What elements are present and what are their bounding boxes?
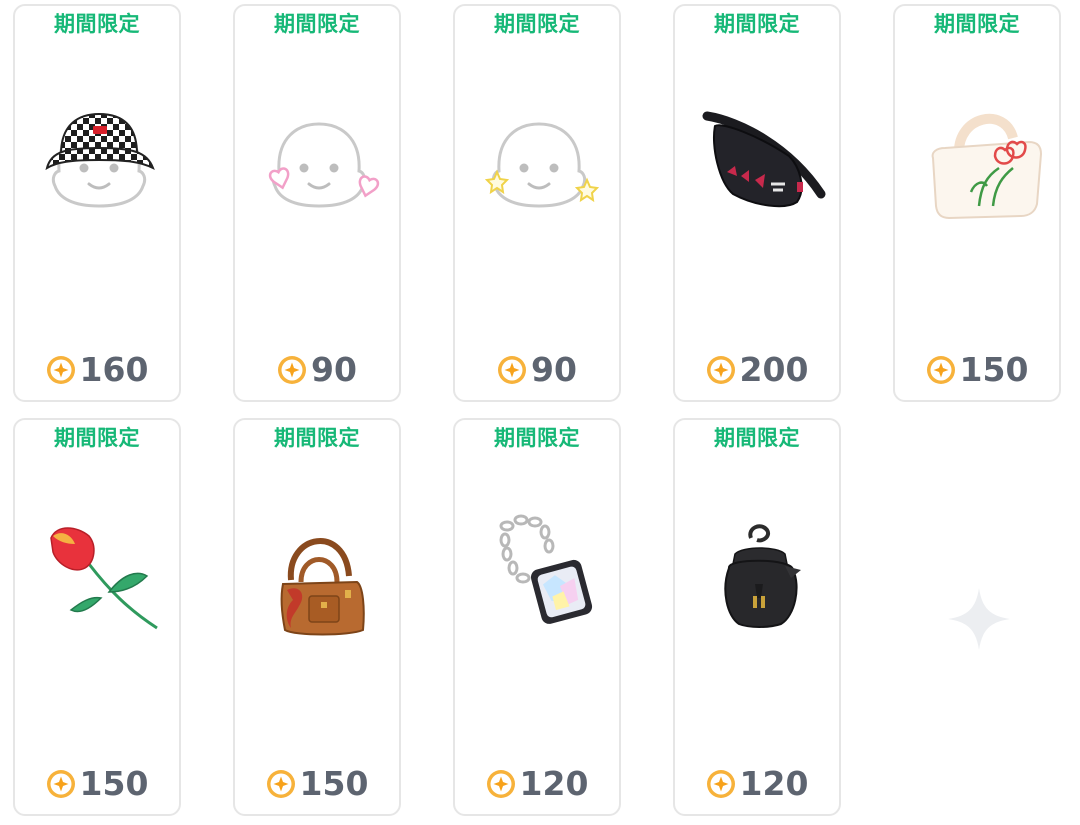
- checkered-bucket-hat-icon: [29, 76, 169, 246]
- limited-time-badge: 期間限定: [714, 426, 800, 450]
- price-tag: 90: [235, 353, 399, 386]
- coin-icon: [46, 769, 76, 799]
- price-value: 150: [299, 764, 369, 803]
- limited-time-badge: 期間限定: [494, 12, 580, 36]
- black-waist-bag-icon: [689, 76, 829, 246]
- price-tag: 150: [15, 767, 179, 800]
- coin-icon: [706, 355, 736, 385]
- coin-icon: [706, 769, 736, 799]
- chain-phone-pouch-icon: [469, 490, 609, 660]
- item-grid: 期間限定 160 期間限定 90 期間限定 90 期間限定 200 期間限定 1…: [0, 0, 1080, 825]
- item-card[interactable]: 期間限定 90: [233, 4, 401, 402]
- item-card[interactable]: 期間限定 160: [13, 4, 181, 402]
- item-card[interactable]: 期間限定 90: [453, 4, 621, 402]
- item-card[interactable]: 期間限定 120: [453, 418, 621, 816]
- price-tag: 120: [455, 767, 619, 800]
- price-value: 120: [739, 764, 809, 803]
- limited-time-badge: 期間限定: [274, 426, 360, 450]
- limited-time-badge: 期間限定: [714, 12, 800, 36]
- heart-earrings-icon: [249, 76, 389, 246]
- item-card[interactable]: 期間限定 150: [893, 4, 1061, 402]
- price-value: 160: [79, 350, 149, 389]
- limited-time-badge: 期間限定: [54, 426, 140, 450]
- brown-handbag-icon: [249, 490, 389, 660]
- price-value: 200: [739, 350, 809, 389]
- tulip-tote-bag-icon: [909, 76, 1049, 246]
- star-earrings-icon: [469, 76, 609, 246]
- coin-icon: [497, 355, 527, 385]
- coin-icon: [277, 355, 307, 385]
- coin-icon: [486, 769, 516, 799]
- limited-time-badge: 期間限定: [54, 12, 140, 36]
- sparkle-placeholder-icon: [946, 586, 1012, 652]
- price-tag: 150: [235, 767, 399, 800]
- item-card[interactable]: 期間限定 150: [13, 418, 181, 816]
- limited-time-badge: 期間限定: [274, 12, 360, 36]
- item-card[interactable]: 期間限定 120: [673, 418, 841, 816]
- coin-icon: [46, 355, 76, 385]
- coin-icon: [926, 355, 956, 385]
- price-tag: 160: [15, 353, 179, 386]
- price-tag: 90: [455, 353, 619, 386]
- limited-time-badge: 期間限定: [494, 426, 580, 450]
- item-card[interactable]: 期間限定 200: [673, 4, 841, 402]
- limited-time-badge: 期間限定: [934, 12, 1020, 36]
- price-value: 150: [79, 764, 149, 803]
- price-value: 120: [519, 764, 589, 803]
- coin-icon: [266, 769, 296, 799]
- black-drawstring-pouch-icon: [689, 490, 829, 660]
- price-tag: 120: [675, 767, 839, 800]
- price-value: 90: [531, 350, 577, 389]
- price-value: 150: [959, 350, 1029, 389]
- price-tag: 150: [895, 353, 1059, 386]
- price-value: 90: [311, 350, 357, 389]
- price-tag: 200: [675, 353, 839, 386]
- red-tulip-icon: [29, 490, 169, 660]
- item-card[interactable]: 期間限定 150: [233, 418, 401, 816]
